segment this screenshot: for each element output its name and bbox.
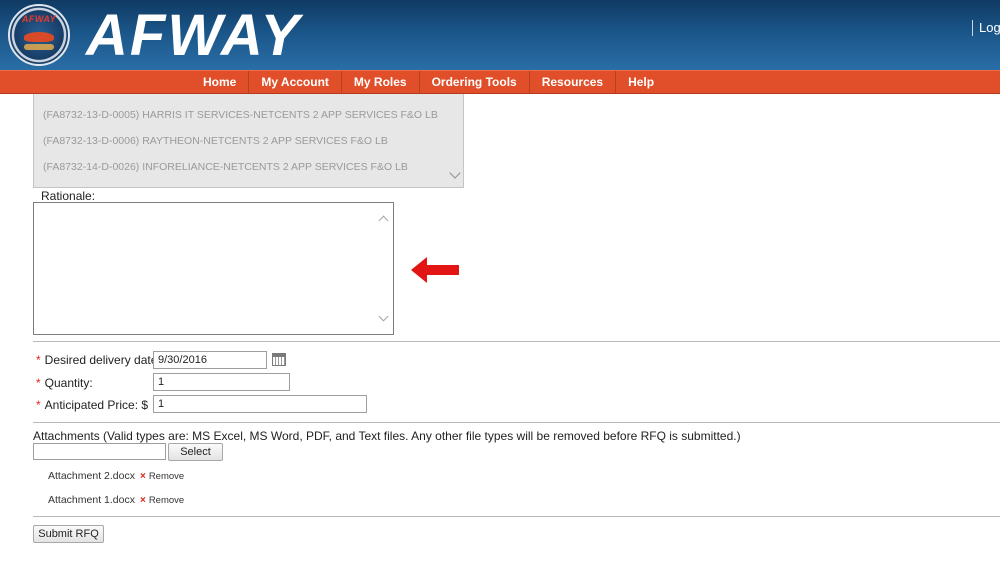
divider (33, 422, 1000, 423)
rationale-textarea[interactable] (33, 202, 394, 335)
arrow-shaft (425, 265, 459, 275)
contract-option[interactable]: (FA8732-13-D-0006) RAYTHEON-NETCENTS 2 A… (43, 135, 388, 147)
nav-item-ordering-tools[interactable]: Ordering Tools (420, 71, 530, 94)
scroll-down-icon[interactable] (378, 311, 389, 322)
price-label-text: Anticipated Price: $ (44, 398, 149, 412)
divider (33, 516, 1000, 517)
page: AFWAY AFWAY Log Home My Account My Roles… (0, 0, 1000, 562)
seal-wing (24, 32, 54, 42)
required-marker: * (36, 398, 41, 412)
required-marker: * (36, 376, 41, 390)
select-file-button[interactable]: Select (168, 443, 223, 461)
nav-items: Home My Account My Roles Ordering Tools … (191, 71, 666, 94)
arrow-head (411, 257, 427, 283)
nav-item-help[interactable]: Help (616, 71, 666, 94)
nav-item-my-account[interactable]: My Account (249, 71, 342, 94)
seal-ring (24, 44, 54, 50)
quantity-label: * Quantity: (36, 376, 93, 390)
scroll-up-icon[interactable] (378, 215, 389, 226)
chevron-down-icon[interactable] (449, 167, 461, 179)
price-input[interactable]: 1 (153, 395, 367, 413)
afway-seal-icon: AFWAY (8, 4, 70, 66)
contract-option[interactable]: (FA8732-14-D-0026) INFORELIANCE-NETCENTS… (43, 161, 408, 173)
login-link[interactable]: Log (972, 20, 1000, 36)
remove-link[interactable]: Remove (149, 495, 184, 506)
submit-rfq-button[interactable]: Submit RFQ (33, 525, 104, 543)
calendar-icon[interactable] (272, 353, 286, 366)
attachment-name: Attachment 1.docx (48, 494, 135, 506)
remove-link[interactable]: Remove (149, 471, 184, 482)
attachment-item: Attachment 2.docx × Remove (48, 470, 184, 482)
delivery-date-label-text: Desired delivery date: (44, 353, 161, 367)
attachments-label: Attachments (Valid types are: MS Excel, … (33, 429, 741, 443)
brand-title: AFWAY (86, 3, 302, 68)
file-path-input[interactable] (33, 443, 166, 460)
delivery-date-input[interactable]: 9/30/2016 (153, 351, 267, 369)
delivery-date-label: * Desired delivery date: (36, 353, 161, 367)
nav-item-resources[interactable]: Resources (530, 71, 617, 94)
remove-x-icon[interactable]: × (140, 471, 146, 482)
required-marker: * (36, 353, 41, 367)
red-left-arrow-icon (411, 257, 459, 283)
main-nav: Home My Account My Roles Ordering Tools … (0, 70, 1000, 94)
attachment-item: Attachment 1.docx × Remove (48, 494, 184, 506)
divider (33, 341, 1000, 342)
contract-option[interactable]: (FA8732-13-D-0005) HARRIS IT SERVICES-NE… (43, 109, 438, 121)
quantity-input[interactable]: 1 (153, 373, 290, 391)
attachment-name: Attachment 2.docx (48, 470, 135, 482)
nav-item-home[interactable]: Home (191, 71, 250, 94)
quantity-label-text: Quantity: (44, 376, 93, 390)
header-banner: AFWAY AFWAY Log (0, 0, 1000, 70)
price-label: * Anticipated Price: $ (36, 398, 148, 412)
rationale-label: Rationale: (41, 189, 96, 203)
nav-item-my-roles[interactable]: My Roles (342, 71, 420, 94)
contract-list[interactable]: (FA8732-13-D-0005) HARRIS IT SERVICES-NE… (33, 94, 464, 188)
remove-x-icon[interactable]: × (140, 495, 146, 506)
seal-text: AFWAY (21, 14, 57, 24)
